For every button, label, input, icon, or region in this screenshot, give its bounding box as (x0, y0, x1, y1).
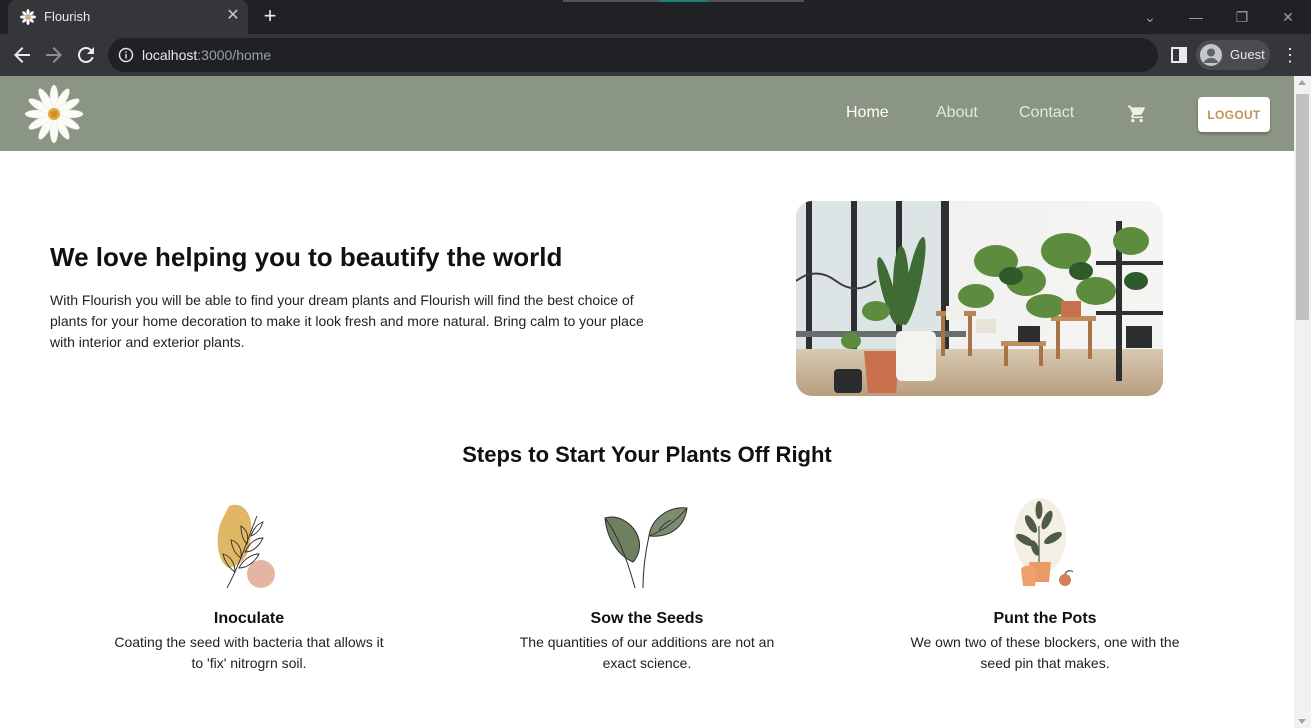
minimize-icon[interactable]: — (1184, 5, 1208, 29)
two-leaves-icon (604, 507, 688, 589)
tab-title: Flourish (44, 9, 91, 24)
tab-search-icon[interactable]: ⌄ (1138, 5, 1162, 29)
step-title: Punt the Pots (993, 610, 1097, 627)
scroll-down-arrow-icon[interactable] (1298, 719, 1306, 724)
browser-toolbar: localhost:3000/home Guest ⋮ (0, 34, 1311, 76)
reload-icon[interactable] (74, 43, 98, 67)
step-text: Coating the seed with bacteria that allo… (114, 634, 384, 671)
daisy-logo-icon[interactable] (24, 84, 84, 144)
profile-name: Guest (1230, 47, 1265, 62)
tab-strip-highlight (659, 0, 707, 2)
address-bar[interactable]: localhost:3000/home (108, 38, 1158, 72)
daisy-favicon-icon (20, 9, 36, 25)
nav-home-link[interactable]: Home (846, 104, 889, 122)
profile-button[interactable]: Guest (1196, 40, 1270, 70)
avatar-icon (1200, 44, 1222, 66)
url-text: localhost:3000/home (142, 47, 271, 63)
nav-contact-link[interactable]: Contact (1019, 104, 1074, 122)
browser-tab-strip: Flourish ✕ + ⌄ — ❐ ✕ (0, 0, 1311, 34)
page-scrollbar[interactable] (1294, 76, 1311, 728)
page-viewport: Home About Contact LOGOUT We love helpin… (0, 76, 1294, 728)
url-path: :3000/home (197, 47, 272, 63)
cart-icon[interactable] (1127, 104, 1147, 124)
step-text: The quantities of our additions are not … (519, 634, 775, 671)
forward-icon[interactable] (42, 43, 66, 67)
restore-icon[interactable]: ❐ (1230, 5, 1254, 29)
new-tab-button[interactable]: + (258, 5, 282, 29)
nav-about-link[interactable]: About (936, 104, 978, 122)
step-title: Inoculate (213, 610, 285, 627)
step-card-punt-pots: Punt the Pots We own two of these blocke… (895, 496, 1195, 674)
hero-plants-photo (796, 201, 1163, 396)
back-icon[interactable] (10, 43, 34, 67)
potted-plant-icon (1014, 498, 1074, 586)
close-window-icon[interactable]: ✕ (1276, 5, 1300, 29)
browser-menu-icon[interactable]: ⋮ (1280, 44, 1300, 66)
site-info-icon[interactable] (118, 47, 134, 63)
hero-title: We love helping you to beautify the worl… (50, 242, 563, 272)
browser-tab[interactable]: Flourish ✕ (8, 0, 248, 34)
step-card-sow-seeds: Sow the Seeds The quantities of our addi… (497, 496, 797, 674)
step-title: Sow the Seeds (590, 610, 704, 627)
url-host: localhost (142, 47, 198, 63)
step-card-inoculate: Inoculate Coating the seed with bacteria… (99, 496, 399, 674)
side-panel-icon[interactable] (1170, 46, 1188, 64)
scroll-thumb[interactable] (1296, 94, 1309, 320)
leaf-branch-icon (217, 504, 275, 589)
scroll-up-arrow-icon[interactable] (1298, 80, 1306, 85)
step-text: We own two of these blockers, one with t… (910, 634, 1180, 671)
site-header: Home About Contact LOGOUT (0, 76, 1294, 151)
tab-close-icon[interactable]: ✕ (224, 7, 242, 25)
steps-title: Steps to Start Your Plants Off Right (462, 442, 832, 467)
logout-button[interactable]: LOGOUT (1198, 97, 1270, 132)
hero-description: With Flourish you will be able to find y… (50, 292, 644, 350)
